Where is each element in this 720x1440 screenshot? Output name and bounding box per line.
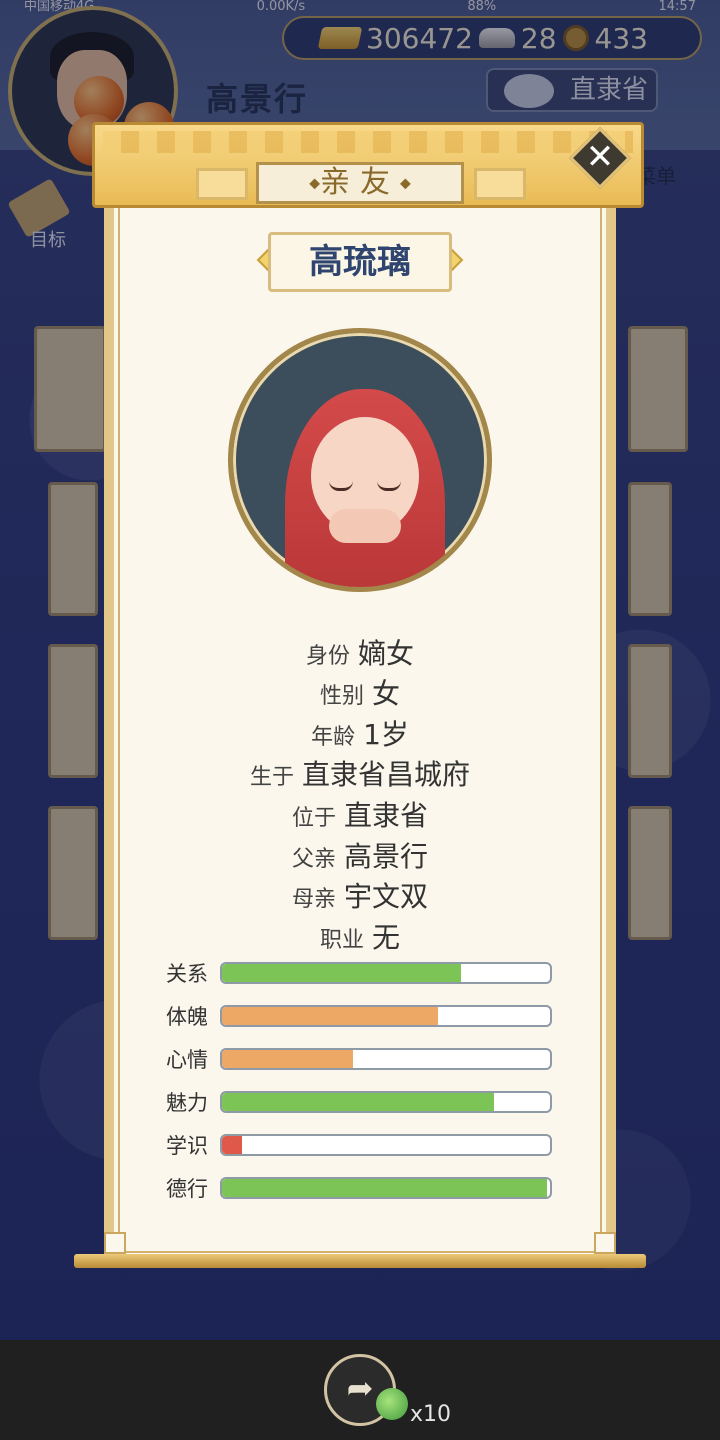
stat-label: 德行 bbox=[166, 1177, 208, 1201]
dialog-title: 亲友 bbox=[320, 165, 400, 200]
share-reward-count: x10 bbox=[410, 1402, 452, 1427]
stat-bar-track bbox=[220, 1005, 552, 1027]
dialog-scroll-roller bbox=[74, 1254, 646, 1268]
header-pattern bbox=[103, 131, 633, 153]
corner-ornament bbox=[104, 1232, 126, 1254]
info-location: 位于 直隶省 bbox=[0, 794, 720, 834]
header-ornament-right bbox=[474, 168, 526, 200]
info-gender: 性别女 bbox=[0, 672, 720, 712]
info-label: 位于 bbox=[291, 806, 336, 831]
info-value: 宇文双 bbox=[344, 880, 429, 913]
stat-virtue: 德行 bbox=[166, 1177, 556, 1201]
info-label: 母亲 bbox=[291, 887, 336, 912]
info-label: 生于 bbox=[249, 765, 294, 790]
stat-relationship: 关系 bbox=[166, 962, 556, 986]
stat-bar-track bbox=[220, 1091, 552, 1113]
stat-bar-fill bbox=[222, 1007, 439, 1025]
info-label: 性别 bbox=[319, 684, 364, 709]
stat-charm: 魅力 bbox=[166, 1091, 556, 1115]
stat-bar-fill bbox=[222, 1179, 547, 1197]
info-age: 年龄 1岁 bbox=[0, 713, 720, 753]
stat-bar-track bbox=[220, 1048, 552, 1070]
info-identity: 身份 嫡女 bbox=[0, 632, 720, 672]
info-label: 年龄 bbox=[311, 725, 356, 750]
info-label: 父亲 bbox=[291, 847, 336, 872]
info-value: 女 bbox=[372, 677, 401, 710]
gift-icon bbox=[376, 1388, 408, 1420]
info-value: 直隶省 bbox=[344, 799, 429, 832]
close-icon[interactable]: ✕ bbox=[578, 136, 622, 180]
character-portrait bbox=[228, 328, 492, 592]
stat-bar-fill bbox=[222, 1136, 242, 1154]
info-value: 无 bbox=[372, 921, 401, 954]
stat-physique: 体魄 bbox=[166, 1005, 556, 1029]
stat-knowledge: 学识 bbox=[166, 1134, 556, 1158]
stat-label: 关系 bbox=[166, 962, 208, 986]
info-value: 高景行 bbox=[344, 840, 429, 873]
stat-bar-fill bbox=[222, 964, 462, 982]
info-birthplace: 生于 直隶省昌城府 bbox=[0, 753, 720, 793]
corner-ornament bbox=[594, 1232, 616, 1254]
character-name: 高琉璃 bbox=[268, 232, 452, 292]
info-mother: 母亲 宇文双 bbox=[0, 875, 720, 915]
stat-mood: 心情 bbox=[166, 1048, 556, 1072]
info-occupation: 职业无 bbox=[0, 916, 720, 956]
stat-label: 学识 bbox=[166, 1134, 208, 1158]
stat-bar-track bbox=[220, 962, 552, 984]
stat-label: 体魄 bbox=[166, 1005, 208, 1029]
stat-bar-track bbox=[220, 1134, 552, 1156]
info-value: 1岁 bbox=[363, 718, 409, 751]
header-ornament-left bbox=[196, 168, 248, 200]
stat-bar-track bbox=[220, 1177, 552, 1199]
info-label: 职业 bbox=[319, 928, 364, 953]
dialog-title-plate: ◆亲友◆ bbox=[256, 162, 464, 204]
info-value: 直隶省昌城府 bbox=[302, 758, 471, 791]
portrait-hands bbox=[329, 509, 401, 543]
stat-bar-fill bbox=[222, 1050, 354, 1068]
stat-bar-fill bbox=[222, 1093, 495, 1111]
stat-label: 心情 bbox=[166, 1048, 208, 1072]
info-father: 父亲 高景行 bbox=[0, 835, 720, 875]
info-label: 身份 bbox=[305, 644, 350, 669]
share-icon[interactable]: ➦ bbox=[340, 1368, 380, 1408]
info-value: 嫡女 bbox=[358, 637, 415, 670]
stat-label: 魅力 bbox=[166, 1091, 208, 1115]
